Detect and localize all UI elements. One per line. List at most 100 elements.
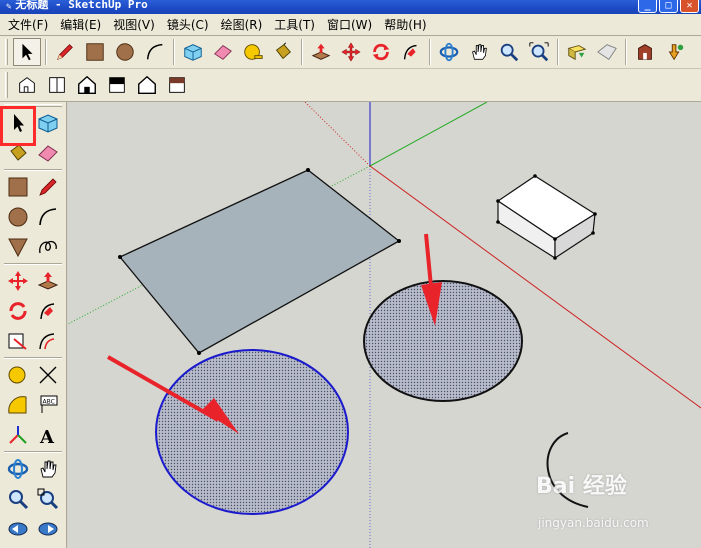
right-view-button[interactable] [103, 71, 131, 99]
axes-tool-button[interactable] [3, 420, 33, 450]
svg-text:A: A [39, 427, 55, 447]
warehouse-button[interactable] [631, 38, 659, 66]
maximize-button[interactable]: □ [659, 0, 678, 13]
select-tool-button[interactable] [3, 108, 33, 138]
menu-help[interactable]: 帮助(H) [378, 16, 432, 33]
move-tool-button[interactable] [3, 266, 33, 296]
toolbar-separator [4, 357, 62, 359]
rotate-tool-button[interactable] [3, 296, 33, 326]
line-tool-button[interactable] [33, 172, 63, 202]
line-tool-button[interactable] [51, 38, 79, 66]
offset-tool-button[interactable] [33, 326, 63, 356]
follow-me-button[interactable] [33, 296, 63, 326]
circle-tool-button[interactable] [111, 38, 139, 66]
back-view-button[interactable] [133, 71, 161, 99]
eraser-tool-button[interactable] [209, 38, 237, 66]
menu-file[interactable]: 文件(F) [0, 16, 54, 33]
arc-tool-button[interactable] [33, 202, 63, 232]
select-arrow-icon [22, 43, 33, 61]
orbit-icon [7, 459, 29, 479]
push-pull-button[interactable] [33, 266, 63, 296]
toolbar-separator [4, 263, 62, 265]
left-view-button[interactable] [163, 71, 191, 99]
axes-icon [9, 426, 27, 444]
toolbar-grip[interactable] [5, 39, 8, 65]
add-location-button[interactable] [563, 38, 591, 66]
zoom-tool-button[interactable] [3, 484, 33, 514]
menu-edit[interactable]: 编辑(E) [54, 16, 107, 33]
rectangle-tool-button[interactable] [3, 172, 33, 202]
warehouse-icon [638, 44, 652, 60]
polygon-tool-button[interactable] [3, 232, 33, 262]
move-icon [341, 42, 361, 62]
app-icon: ✎ [6, 2, 12, 12]
make-component-button[interactable] [179, 38, 207, 66]
menu-tools[interactable]: 工具(T) [268, 16, 321, 33]
orbit-tool-button[interactable] [3, 454, 33, 484]
text-tool-button[interactable]: ABC [33, 390, 63, 420]
toolbar-separator [173, 39, 175, 65]
circle-face-left-selected[interactable] [155, 349, 349, 515]
close-button[interactable]: ✕ [680, 0, 699, 13]
toggle-terrain-icon [597, 44, 617, 60]
previous-view-button[interactable] [3, 514, 33, 544]
circle-face-right[interactable] [363, 280, 523, 402]
menu-window[interactable]: 窗口(W) [321, 16, 378, 33]
share-model-button[interactable] [661, 38, 689, 66]
make-component-button[interactable] [33, 108, 63, 138]
svg-text:ABC: ABC [43, 399, 55, 406]
box-group[interactable] [496, 174, 597, 260]
zoom-window-button[interactable] [33, 484, 63, 514]
toolbar-grip[interactable] [5, 72, 8, 98]
pan-tool-button[interactable] [465, 38, 493, 66]
rectangle-tool-button[interactable] [81, 38, 109, 66]
title-bar: ✎ 无标题 - SketchUp Pro _ □ ✕ [0, 0, 701, 14]
arc-tool-button[interactable] [141, 38, 169, 66]
pan-tool-button[interactable] [33, 454, 63, 484]
follow-me-icon [403, 44, 417, 60]
front-view-icon [78, 75, 96, 94]
rectangle-face[interactable] [118, 169, 401, 354]
circle-tool-button[interactable] [3, 202, 33, 232]
eraser-tool-button[interactable] [33, 138, 63, 168]
minimize-button[interactable]: _ [638, 0, 657, 13]
tape-measure-icon [244, 44, 263, 60]
move-tool-button[interactable] [337, 38, 365, 66]
top-view-button[interactable] [43, 71, 71, 99]
toggle-terrain-button[interactable] [593, 38, 621, 66]
green-axis [369, 102, 488, 167]
menu-camera[interactable]: 镜头(C) [161, 16, 215, 33]
toolbar-separator [557, 39, 559, 65]
freehand-tool-button[interactable] [33, 232, 63, 262]
toolbar-grip[interactable] [4, 104, 62, 107]
left-toolbar: ABC A [0, 102, 67, 548]
views-toolbar [0, 69, 701, 102]
rotate-icon [372, 43, 390, 61]
3d-text-icon: A [39, 427, 55, 447]
paint-bucket-button[interactable] [3, 138, 33, 168]
scale-tool-button[interactable] [3, 326, 33, 356]
next-view-button[interactable] [33, 514, 63, 544]
paint-bucket-icon [275, 42, 291, 60]
follow-me-button[interactable] [397, 38, 425, 66]
menu-draw[interactable]: 绘图(R) [215, 16, 269, 33]
tape-measure-button[interactable] [239, 38, 267, 66]
dimension-tool-button[interactable] [33, 360, 63, 390]
protractor-tool-button[interactable] [3, 390, 33, 420]
front-view-button[interactable] [73, 71, 101, 99]
follow-me-icon [40, 303, 55, 320]
push-pull-button[interactable] [307, 38, 335, 66]
zoom-tool-button[interactable] [495, 38, 523, 66]
select-tool-button[interactable] [13, 38, 41, 66]
3d-text-button[interactable]: A [33, 420, 63, 450]
tape-measure-button[interactable] [3, 360, 33, 390]
push-pull-icon [311, 43, 331, 60]
orbit-tool-button[interactable] [435, 38, 463, 66]
rotate-tool-button[interactable] [367, 38, 395, 66]
iso-view-button[interactable] [13, 71, 41, 99]
menu-view[interactable]: 视图(V) [107, 16, 161, 33]
red-axis-hidden [304, 102, 371, 167]
drawing-viewport[interactable]: Bai 经验 jingyan.baidu.com [68, 102, 701, 548]
paint-bucket-button[interactable] [269, 38, 297, 66]
zoom-extents-button[interactable] [525, 38, 553, 66]
